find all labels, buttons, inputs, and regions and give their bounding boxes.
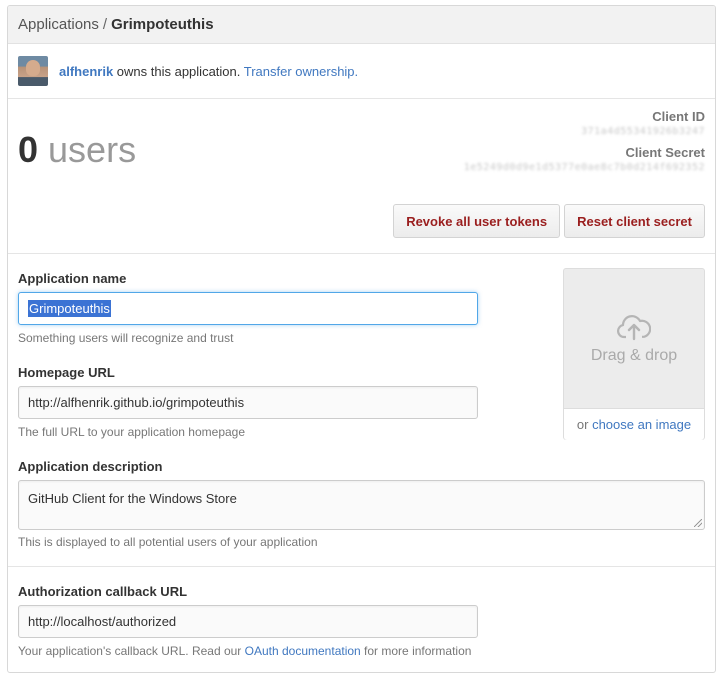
callback-url-label: Authorization callback URL	[18, 584, 188, 599]
callback-section: Authorization callback URL http://localh…	[8, 567, 715, 672]
application-name-input[interactable]: Grimpoteuthis	[18, 292, 478, 325]
breadcrumb: Applications / Grimpoteuthis	[8, 6, 715, 44]
application-name-label: Application name	[18, 271, 127, 286]
avatar[interactable]	[18, 56, 48, 86]
dropzone-area[interactable]: Drag & drop	[564, 269, 704, 409]
application-name-note: Something users will recognize and trust	[18, 331, 234, 345]
client-secret-value: 1e5249d0d9e1d5377e0ae8c7b0d214f692352	[463, 162, 705, 173]
homepage-url-note: The full URL to your application homepag…	[18, 425, 246, 439]
homepage-url-value: http://alfhenrik.github.io/grimpoteuthis	[28, 395, 245, 410]
application-description-note: This is displayed to all potential users…	[18, 535, 318, 549]
breadcrumb-current: Grimpoteuthis	[111, 16, 214, 33]
reset-secret-button[interactable]: Reset client secret	[564, 204, 705, 238]
owner-statement: owns this application.	[113, 63, 244, 79]
client-secret-label: Client Secret	[625, 145, 705, 160]
transfer-ownership-link[interactable]: Transfer ownership.	[244, 64, 358, 79]
revoke-tokens-button[interactable]: Revoke all user tokens	[393, 204, 561, 238]
dropzone-footer: or choose an image	[564, 409, 704, 440]
callback-url-input[interactable]: http://localhost/authorized	[18, 605, 478, 638]
application-name-value: Grimpoteuthis	[28, 300, 111, 317]
credential-actions: Revoke all user tokens Reset client secr…	[393, 204, 705, 238]
breadcrumb-separator: /	[102, 16, 108, 33]
cloud-upload-icon	[617, 314, 651, 340]
choose-image-link[interactable]: choose an image	[592, 417, 691, 432]
users-count-number: 0	[18, 129, 39, 170]
app-settings-panel: Applications / Grimpoteuthis alfhenrik o…	[7, 5, 716, 673]
client-id-block: Client ID 371a4d55341926b3247	[581, 109, 705, 137]
drag-drop-label: Drag & drop	[590, 346, 678, 364]
logo-dropzone[interactable]: Drag & drop or choose an image	[563, 268, 705, 440]
application-description-textarea[interactable]: GitHub Client for the Windows Store	[18, 480, 705, 530]
homepage-url-label: Homepage URL	[18, 365, 115, 380]
oauth-documentation-link[interactable]: OAuth documentation	[245, 644, 361, 658]
breadcrumb-applications-link[interactable]: Applications	[18, 16, 99, 33]
callback-url-note: Your application's callback URL. Read ou…	[18, 644, 471, 658]
users-count: 0 users	[18, 129, 136, 171]
owner-row: alfhenrik owns this application. Transfe…	[8, 44, 715, 99]
client-id-value: 371a4d55341926b3247	[581, 126, 705, 137]
application-form: Application name Grimpoteuthis Something…	[8, 254, 715, 567]
callback-url-value: http://localhost/authorized	[28, 614, 177, 629]
users-count-unit: users	[38, 129, 137, 170]
client-id-label: Client ID	[652, 109, 705, 124]
owner-text: alfhenrik owns this application. Transfe…	[59, 64, 358, 79]
owner-name-link[interactable]: alfhenrik	[59, 64, 113, 79]
dropzone-or-text: or	[576, 417, 589, 432]
resize-grip-icon[interactable]	[694, 519, 702, 527]
callback-note-prefix: Your application's callback URL. Read ou…	[18, 644, 245, 658]
client-secret-block: Client Secret 1e5249d0d9e1d5377e0ae8c7b0…	[464, 145, 705, 173]
homepage-url-input[interactable]: http://alfhenrik.github.io/grimpoteuthis	[18, 386, 478, 419]
callback-note-suffix: for more information	[360, 644, 472, 658]
application-description-label: Application description	[18, 459, 163, 474]
application-description-value: GitHub Client for the Windows Store	[28, 491, 237, 506]
stats-section: 0 users Client ID 371a4d55341926b3247 Cl…	[8, 99, 715, 254]
